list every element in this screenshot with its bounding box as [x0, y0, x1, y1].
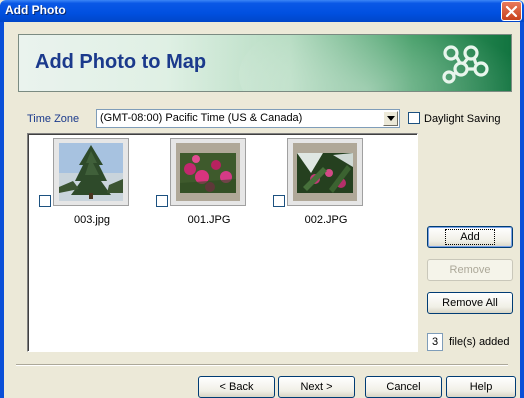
photo-item[interactable]: 002.JPG [263, 138, 363, 238]
photo-filename: 001.JPG [187, 214, 231, 226]
help-button-label: Help [469, 381, 493, 393]
photo-filename: 002.JPG [304, 214, 348, 226]
daylight-saving-label: Daylight Saving [424, 113, 501, 125]
add-button[interactable]: Add [427, 226, 513, 248]
close-icon [505, 5, 518, 17]
close-button[interactable] [501, 1, 522, 21]
help-button[interactable]: Help [446, 376, 516, 398]
timezone-select[interactable]: (GMT-08:00) Pacific Time (US & Canada) [96, 109, 400, 128]
photo-select-checkbox[interactable] [273, 195, 285, 207]
photo-item[interactable]: 001.JPG [146, 138, 246, 238]
cancel-button[interactable]: Cancel [365, 376, 442, 398]
chevron-down-icon [386, 116, 395, 121]
flowers-photo-thumbnail [176, 143, 240, 201]
photo-list[interactable]: 003.jpg 001.JPG 002.JPG [27, 133, 418, 352]
cancel-button-label: Cancel [386, 381, 421, 393]
add-button-label: Add [445, 229, 495, 245]
timezone-value: (GMT-08:00) Pacific Time (US & Canada) [100, 112, 303, 124]
remove-button[interactable]: Remove [427, 259, 513, 281]
foliage-photo-thumbnail [293, 143, 357, 201]
photo-item[interactable]: 003.jpg [29, 138, 129, 238]
remove-all-button[interactable]: Remove All [427, 292, 513, 314]
back-button[interactable]: < Back [198, 376, 275, 398]
title-bar: Add Photo [0, 0, 524, 22]
back-button-label: < Back [219, 381, 254, 393]
photo-thumbnail-frame [170, 138, 246, 206]
daylight-saving-checkbox[interactable] [408, 112, 420, 124]
photo-thumbnail-frame [53, 138, 129, 206]
remove-button-label: Remove [449, 264, 491, 276]
timezone-label: Time Zone [27, 113, 80, 125]
window-title: Add Photo [5, 3, 66, 17]
files-added-count: 3 [427, 333, 443, 351]
footer-separator [16, 364, 508, 366]
tree-photo-thumbnail [59, 143, 123, 201]
photo-thumbnail-frame [287, 138, 363, 206]
window-frame-right [520, 22, 524, 398]
files-added-label: file(s) added [449, 336, 510, 348]
banner-heading: Add Photo to Map [35, 51, 207, 73]
photo-select-checkbox[interactable] [156, 195, 168, 207]
next-button-label: Next > [300, 381, 333, 393]
timezone-dropdown-button[interactable] [383, 111, 398, 126]
photo-select-checkbox[interactable] [39, 195, 51, 207]
remove-all-button-label: Remove All [442, 297, 498, 309]
next-button[interactable]: Next > [278, 376, 355, 398]
network-logo-icon [442, 45, 489, 84]
window-frame-left [0, 22, 4, 398]
header-banner: Add Photo to Map [18, 34, 512, 92]
photo-filename: 003.jpg [73, 214, 111, 226]
